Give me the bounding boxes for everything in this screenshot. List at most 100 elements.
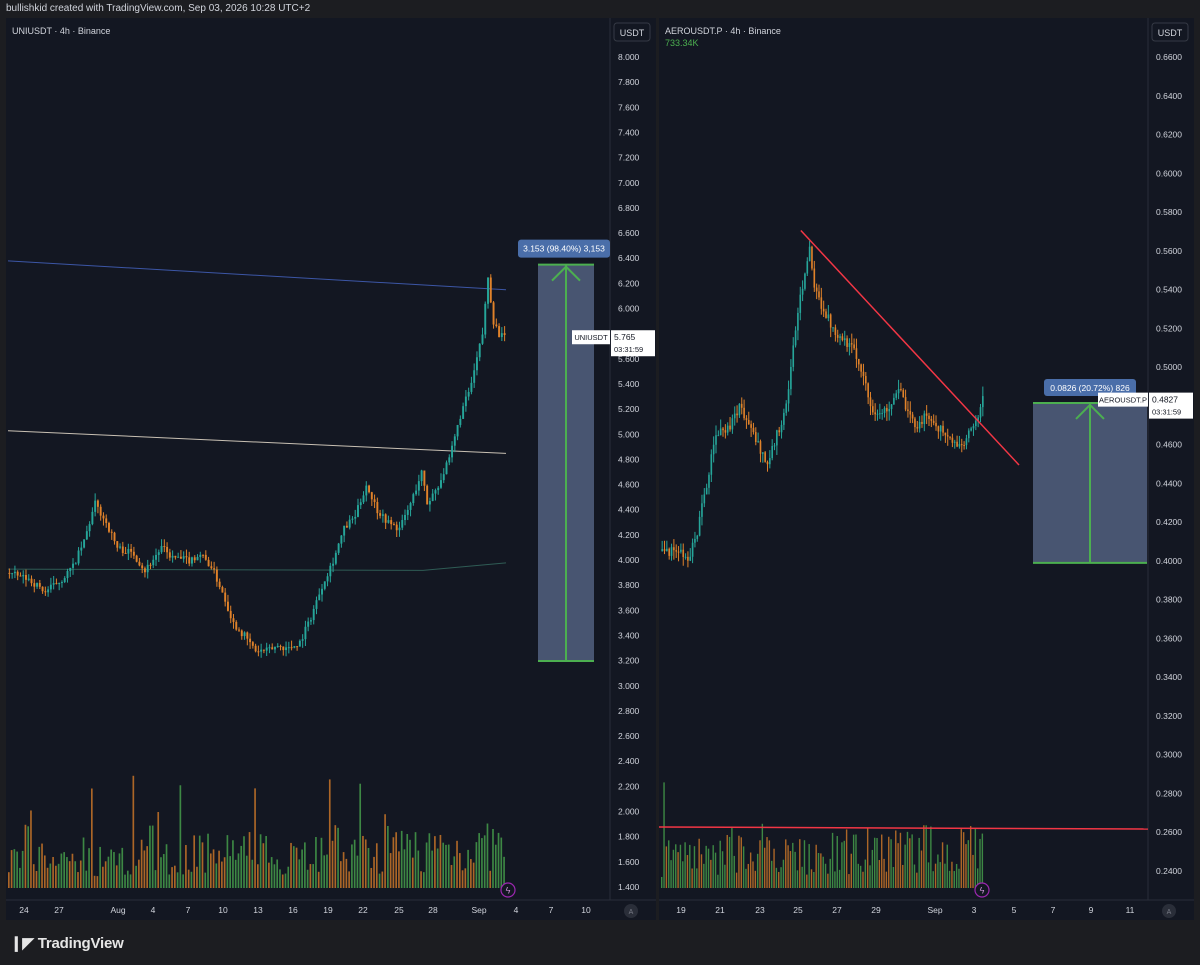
volume-bar (848, 874, 850, 888)
volume-bar (948, 870, 951, 888)
volume-bar (414, 832, 417, 888)
volume-bar (135, 865, 137, 888)
candle-body (254, 645, 257, 652)
volume-bar (10, 850, 13, 888)
volume-bar (677, 852, 679, 888)
candle-body (121, 546, 124, 553)
volume-bar (342, 852, 345, 888)
candle-body (99, 506, 102, 516)
volume-bar (115, 865, 118, 888)
volume-bar (820, 853, 822, 888)
volume-bar (967, 840, 970, 888)
candle-body (8, 572, 11, 574)
candle-body (661, 549, 663, 552)
volume-bar (665, 846, 668, 888)
uniusdt-chart[interactable]: USDT 8.000 7.800 7.600 7.400 7.200 7.000 6.800 6… (6, 18, 656, 920)
candle-body (864, 376, 867, 384)
candle-body (240, 630, 243, 637)
candle-body (815, 287, 818, 292)
volume-bar (171, 867, 173, 888)
candle-body (794, 330, 797, 346)
volume-bar (834, 871, 836, 888)
volume-bar (378, 873, 381, 888)
volume-bar (801, 866, 803, 888)
volume-bar (873, 837, 876, 888)
y-tick-label: 0.3600 (1156, 633, 1182, 643)
volume-bar (843, 840, 845, 888)
candle-body (904, 397, 907, 410)
volume-bar (689, 844, 691, 888)
candle-body (251, 642, 254, 646)
volume-bar (146, 846, 148, 888)
y-tick-label: 0.3200 (1156, 711, 1182, 721)
volume-bar (862, 871, 864, 888)
volume-bar (77, 872, 79, 888)
x-tick-label: 25 (793, 905, 803, 915)
candle-body (340, 535, 343, 544)
candle-body (872, 406, 874, 413)
candle-body (390, 520, 393, 525)
aerousdt-chart[interactable]: USDT 0.6600 0.6400 0.6200 0.6000 0.5800 0.5600… (659, 18, 1194, 920)
volume-bar (201, 842, 204, 888)
candle-body (88, 524, 91, 532)
candle-body (296, 646, 299, 648)
volume-bar (752, 861, 754, 888)
volume-bar (897, 843, 899, 888)
volume-bar (60, 853, 63, 888)
y-tick-label: 0.5800 (1156, 207, 1182, 217)
candle-body (820, 297, 823, 309)
volume-bar (453, 856, 456, 888)
volume-bar (85, 870, 88, 888)
volume-bar (682, 861, 684, 888)
candle-body (888, 409, 891, 412)
y-tick-label: 6.000 (618, 304, 640, 314)
candle-body (895, 393, 898, 398)
y-tick-label: 3.600 (618, 605, 640, 615)
volume-bar (417, 850, 420, 888)
candle-body (268, 647, 271, 649)
x-tick-label: 29 (871, 905, 881, 915)
tradingview-logo-icon: ❙◤ (10, 935, 34, 952)
volume-bar (57, 863, 60, 888)
chart-pane-uniusdt[interactable]: USDT 8.000 7.800 7.600 7.400 7.200 7.000 6.800 6… (6, 18, 656, 920)
volume-bar (661, 876, 663, 888)
volume-bar (268, 862, 270, 888)
volume-bar (176, 872, 179, 888)
volume-bar (301, 849, 303, 888)
tradingview-logo[interactable]: ❙◤ TradingView (10, 934, 124, 952)
volume-bar (799, 839, 801, 888)
candle-body (141, 565, 144, 569)
y-tick-label: 7.200 (618, 153, 640, 163)
candle-body (867, 383, 869, 398)
x-tick-label: Sep (471, 905, 486, 915)
volume-bar (356, 855, 359, 888)
volume-bar (672, 849, 675, 888)
volume-bar (728, 836, 731, 888)
chart-pane-aerousdt[interactable]: USDT 0.6600 0.6400 0.6200 0.6000 0.5800 0.5600… (659, 18, 1194, 920)
volume-bar (16, 851, 18, 888)
x-tick-label: 19 (676, 905, 686, 915)
candle-body (191, 557, 193, 564)
candle-body (38, 583, 41, 587)
candle-body (41, 586, 44, 592)
volume-bar (74, 861, 77, 888)
candle-body (930, 418, 933, 421)
volume-bar (768, 840, 771, 888)
volume-bar (185, 845, 187, 888)
x-tick-label: 9 (1089, 905, 1094, 915)
candle-body (696, 535, 699, 539)
candle-body (312, 608, 315, 621)
candle-body (839, 336, 841, 338)
volume-bar (79, 860, 82, 888)
volume-bar (500, 837, 503, 888)
y-tick-label: 7.400 (618, 127, 640, 137)
volume-bar (717, 874, 719, 888)
candle-body (72, 563, 74, 568)
volume-bar (920, 850, 923, 888)
candle-body (415, 490, 418, 495)
volume-bar (392, 837, 395, 888)
y-tick-label: 5.400 (618, 379, 640, 389)
x-tick-label: 10 (581, 905, 591, 915)
y-tick-label: 7.000 (618, 178, 640, 188)
candle-body (489, 277, 492, 303)
